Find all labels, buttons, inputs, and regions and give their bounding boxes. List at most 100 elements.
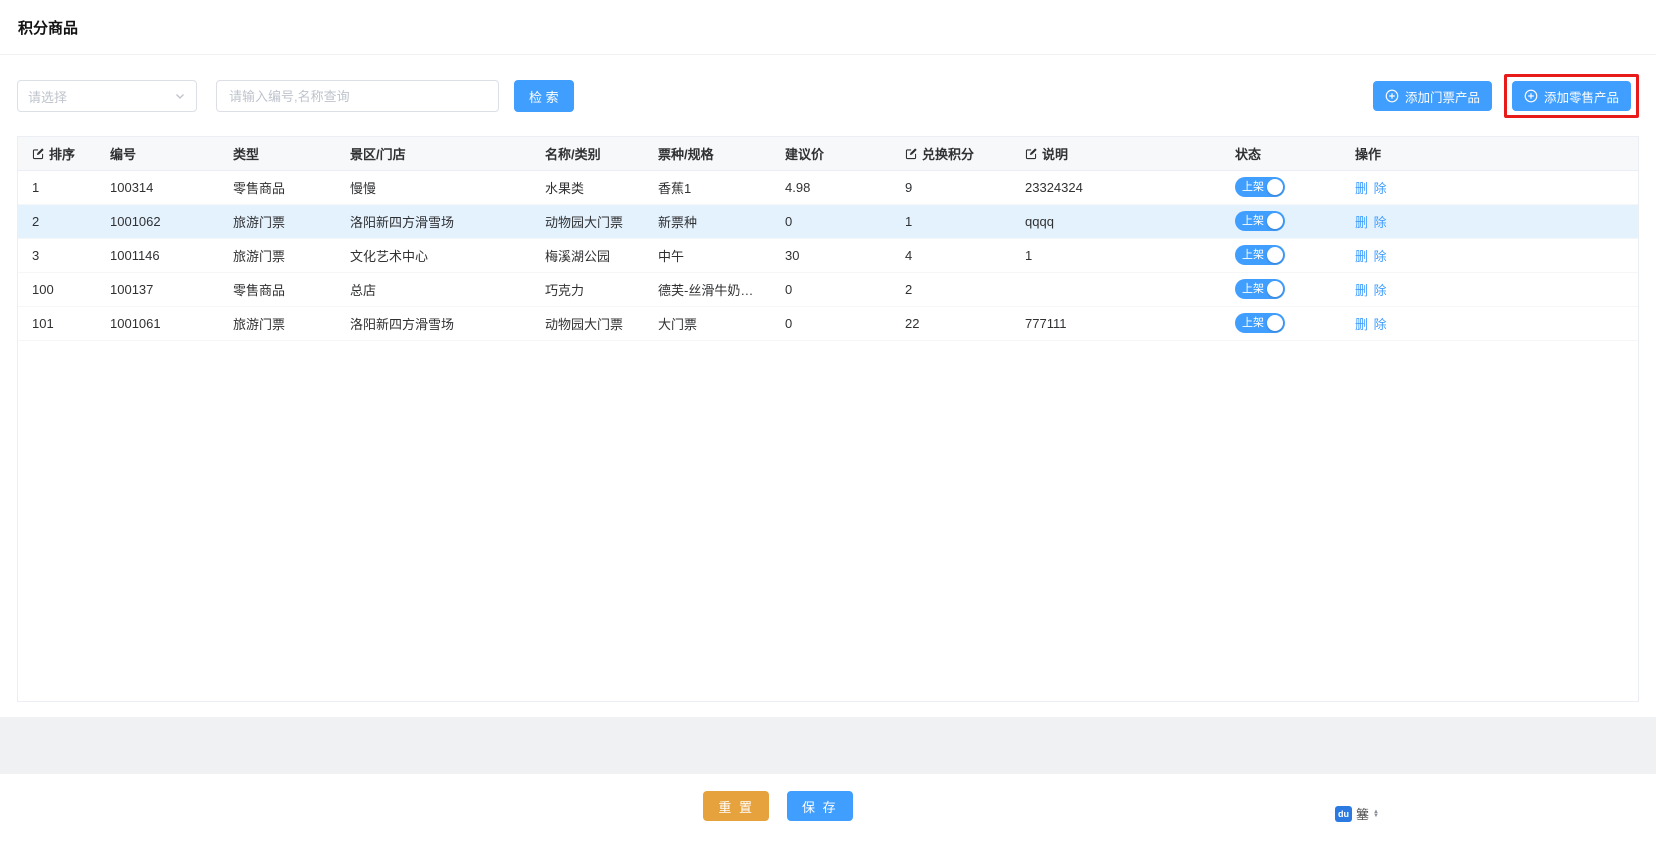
add-ticket-product-label: 添加门票产品 bbox=[1405, 87, 1480, 106]
status-toggle[interactable]: 上架 bbox=[1235, 211, 1285, 231]
status-toggle-dot bbox=[1267, 179, 1283, 195]
ime-widget[interactable]: du 簺 ▲▼ bbox=[1335, 804, 1379, 823]
col-type: 类型 bbox=[219, 137, 336, 170]
status-toggle-label: 上架 bbox=[1242, 318, 1264, 329]
ime-arrows-icon[interactable]: ▲▼ bbox=[1373, 810, 1379, 818]
status-toggle[interactable]: 上架 bbox=[1235, 177, 1285, 197]
cell-status: 上架 bbox=[1221, 170, 1341, 204]
cell-desc: 777111 bbox=[1011, 306, 1221, 340]
cell-status: 上架 bbox=[1221, 238, 1341, 272]
delete-link[interactable]: 删 除 bbox=[1355, 317, 1388, 332]
cell-price: 30 bbox=[771, 238, 891, 272]
status-toggle-dot bbox=[1267, 247, 1283, 263]
ime-mode-char: 簺 bbox=[1356, 804, 1369, 823]
toolbar-right: 添加门票产品 添加零售产品 bbox=[1373, 74, 1639, 118]
col-price: 建议价 bbox=[771, 137, 891, 170]
col-points: 兑换积分 bbox=[891, 137, 1011, 170]
cell-code: 1001146 bbox=[96, 238, 219, 272]
col-sort-label: 排序 bbox=[49, 144, 75, 163]
cell-price: 4.98 bbox=[771, 170, 891, 204]
cell-price: 0 bbox=[771, 204, 891, 238]
table-row[interactable]: 3 1001146 旅游门票 文化艺术中心 梅溪湖公园 中午 30 4 1 上架… bbox=[18, 238, 1638, 272]
table-header-row: 排序 编号 类型 景区/门店 名称/类别 票种/规格 建议价 兑换积分 说明 bbox=[18, 137, 1638, 170]
cell-sort: 101 bbox=[18, 306, 96, 340]
status-toggle-dot bbox=[1267, 281, 1283, 297]
cell-code: 1001062 bbox=[96, 204, 219, 238]
col-status: 状态 bbox=[1221, 137, 1341, 170]
plus-circle-icon bbox=[1524, 89, 1538, 103]
cell-sort: 100 bbox=[18, 272, 96, 306]
cell-points: 22 bbox=[891, 306, 1011, 340]
save-button[interactable]: 保 存 bbox=[787, 791, 853, 821]
add-retail-product-button[interactable]: 添加零售产品 bbox=[1512, 81, 1631, 111]
page-header: 积分商品 bbox=[0, 0, 1656, 55]
edit-icon bbox=[905, 147, 918, 160]
cell-store: 总店 bbox=[336, 272, 531, 306]
cell-store: 洛阳新四方滑雪场 bbox=[336, 306, 531, 340]
status-toggle-label: 上架 bbox=[1242, 250, 1264, 261]
table-row[interactable]: 1 100314 零售商品 慢慢 水果类 香蕉1 4.98 9 23324324… bbox=[18, 170, 1638, 204]
cell-status: 上架 bbox=[1221, 272, 1341, 306]
table-row[interactable]: 100 100137 零售商品 总店 巧克力 德芙-丝滑牛奶巧... 0 2 上… bbox=[18, 272, 1638, 306]
cell-type: 旅游门票 bbox=[219, 238, 336, 272]
cell-spec: 德芙-丝滑牛奶巧... bbox=[644, 272, 771, 306]
cell-action: 删 除 bbox=[1341, 238, 1638, 272]
cell-sort: 2 bbox=[18, 204, 96, 238]
cell-action: 删 除 bbox=[1341, 306, 1638, 340]
cell-store: 文化艺术中心 bbox=[336, 238, 531, 272]
cell-action: 删 除 bbox=[1341, 272, 1638, 306]
add-ticket-product-button[interactable]: 添加门票产品 bbox=[1373, 81, 1492, 111]
cell-type: 零售商品 bbox=[219, 170, 336, 204]
cell-code: 100137 bbox=[96, 272, 219, 306]
search-input[interactable] bbox=[216, 80, 499, 112]
cell-name: 动物园大门票 bbox=[531, 306, 644, 340]
cell-status: 上架 bbox=[1221, 306, 1341, 340]
status-toggle-label: 上架 bbox=[1242, 182, 1264, 193]
cell-points: 9 bbox=[891, 170, 1011, 204]
status-toggle-dot bbox=[1267, 213, 1283, 229]
status-toggle[interactable]: 上架 bbox=[1235, 313, 1285, 333]
plus-circle-icon bbox=[1385, 89, 1399, 103]
cell-points: 1 bbox=[891, 204, 1011, 238]
col-name: 名称/类别 bbox=[531, 137, 644, 170]
col-points-label: 兑换积分 bbox=[922, 144, 974, 163]
table-row[interactable]: 101 1001061 旅游门票 洛阳新四方滑雪场 动物园大门票 大门票 0 2… bbox=[18, 306, 1638, 340]
cell-points: 2 bbox=[891, 272, 1011, 306]
col-sort: 排序 bbox=[18, 137, 96, 170]
delete-link[interactable]: 删 除 bbox=[1355, 181, 1388, 196]
delete-link[interactable]: 删 除 bbox=[1355, 249, 1388, 264]
filter-toolbar: 请选择 检 索 添加门票产品 添加零售产品 bbox=[0, 55, 1656, 136]
cell-desc bbox=[1011, 272, 1221, 306]
reset-button[interactable]: 重 置 bbox=[703, 791, 769, 821]
status-toggle-dot bbox=[1267, 315, 1283, 331]
col-spec: 票种/规格 bbox=[644, 137, 771, 170]
cell-desc: 1 bbox=[1011, 238, 1221, 272]
cell-desc: qqqq bbox=[1011, 204, 1221, 238]
table-row[interactable]: 2 1001062 旅游门票 洛阳新四方滑雪场 动物园大门票 新票种 0 1 q… bbox=[18, 204, 1638, 238]
cell-action: 删 除 bbox=[1341, 170, 1638, 204]
type-select[interactable]: 请选择 bbox=[17, 80, 197, 112]
cell-name: 梅溪湖公园 bbox=[531, 238, 644, 272]
status-toggle[interactable]: 上架 bbox=[1235, 245, 1285, 265]
col-desc: 说明 bbox=[1011, 137, 1221, 170]
cell-sort: 1 bbox=[18, 170, 96, 204]
cell-store: 洛阳新四方滑雪场 bbox=[336, 204, 531, 238]
cell-store: 慢慢 bbox=[336, 170, 531, 204]
col-action: 操作 bbox=[1341, 137, 1638, 170]
type-select-placeholder: 请选择 bbox=[28, 87, 67, 106]
cell-sort: 3 bbox=[18, 238, 96, 272]
products-table: 排序 编号 类型 景区/门店 名称/类别 票种/规格 建议价 兑换积分 说明 bbox=[18, 137, 1638, 341]
delete-link[interactable]: 删 除 bbox=[1355, 215, 1388, 230]
delete-link[interactable]: 删 除 bbox=[1355, 283, 1388, 298]
col-store: 景区/门店 bbox=[336, 137, 531, 170]
cell-desc: 23324324 bbox=[1011, 170, 1221, 204]
edit-icon bbox=[32, 147, 45, 160]
cell-spec: 香蕉1 bbox=[644, 170, 771, 204]
search-button[interactable]: 检 索 bbox=[514, 80, 574, 112]
edit-icon bbox=[1025, 147, 1038, 160]
cell-spec: 中午 bbox=[644, 238, 771, 272]
status-toggle[interactable]: 上架 bbox=[1235, 279, 1285, 299]
baidu-ime-logo[interactable]: du bbox=[1335, 806, 1352, 822]
col-desc-label: 说明 bbox=[1042, 144, 1068, 163]
status-toggle-label: 上架 bbox=[1242, 284, 1264, 295]
